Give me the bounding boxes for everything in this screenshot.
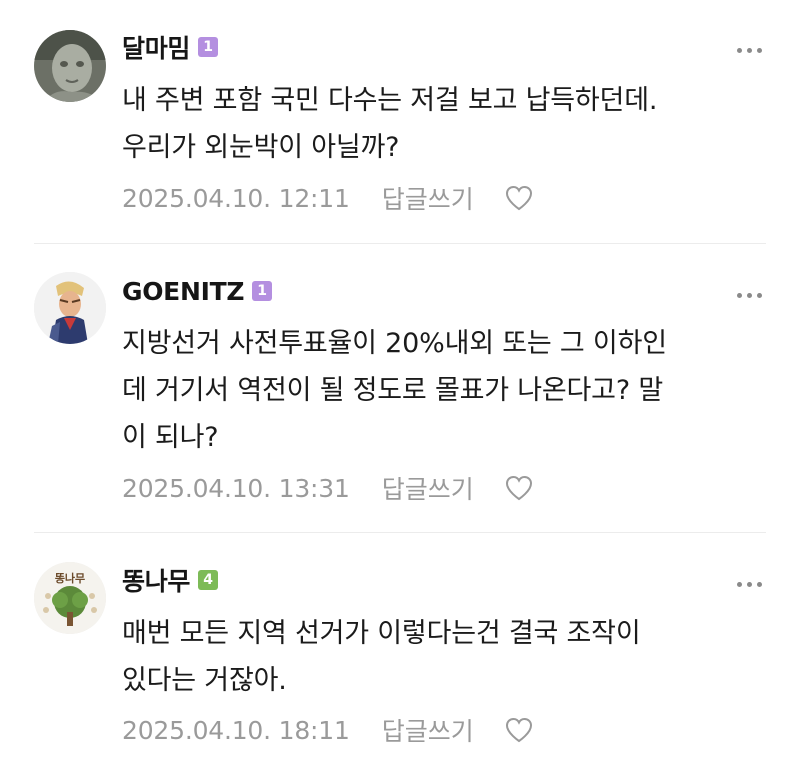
reply-button[interactable]: 답글쓰기	[382, 180, 474, 216]
comment-text: 내 주변 포함 국민 다수는 저걸 보고 납득하던데. 우리가 외눈박이 아닐까…	[122, 85, 658, 163]
comment-text: 지방선거 사전투표율이 20%내외 또는 그 이하인 데 거기서 역전이 될 정…	[122, 328, 667, 453]
author-row: 똥나무 4	[122, 562, 219, 598]
statue-face-avatar-icon	[34, 30, 106, 102]
avatar[interactable]	[34, 30, 106, 102]
level-badge: 1	[252, 281, 273, 301]
timestamp: 2025.04.10. 12:11	[122, 183, 350, 213]
reply-button[interactable]: 답글쓰기	[382, 712, 474, 748]
author-row: 달마밈 1	[122, 29, 219, 65]
more-options-icon[interactable]	[737, 42, 762, 59]
comment-meta: 2025.04.10. 13:31 답글쓰기	[122, 470, 534, 506]
comment-meta: 2025.04.10. 18:11 답글쓰기	[122, 712, 534, 748]
level-badge: 1	[198, 37, 219, 57]
heart-outline-icon[interactable]	[504, 474, 534, 502]
more-options-icon[interactable]	[737, 576, 762, 593]
author-name[interactable]: 똥나무	[122, 562, 190, 598]
level-badge: 4	[198, 570, 219, 590]
author-name[interactable]: 달마밈	[122, 29, 190, 65]
heart-outline-icon[interactable]	[504, 716, 534, 744]
avatar[interactable]: 똥나무	[34, 562, 106, 634]
comment-meta: 2025.04.10. 12:11 답글쓰기	[122, 180, 534, 216]
author-name[interactable]: GOENITZ	[122, 277, 244, 306]
divider	[34, 532, 766, 533]
timestamp: 2025.04.10. 18:11	[122, 715, 350, 745]
reply-button[interactable]: 답글쓰기	[382, 470, 474, 506]
author-row: GOENITZ 1	[122, 274, 273, 308]
more-options-icon[interactable]	[737, 287, 762, 304]
avatar-logo-text: 똥나무	[55, 571, 85, 585]
comment-text: 매번 모든 지역 선거가 이렇다는건 결국 조작이 있다는 거잖아.	[122, 618, 641, 696]
timestamp: 2025.04.10. 13:31	[122, 473, 350, 503]
divider	[34, 243, 766, 244]
avatar[interactable]	[34, 272, 106, 344]
heart-outline-icon[interactable]	[504, 184, 534, 212]
anime-character-avatar-icon	[34, 272, 106, 344]
tree-logo-avatar-icon: 똥나무	[34, 562, 106, 634]
